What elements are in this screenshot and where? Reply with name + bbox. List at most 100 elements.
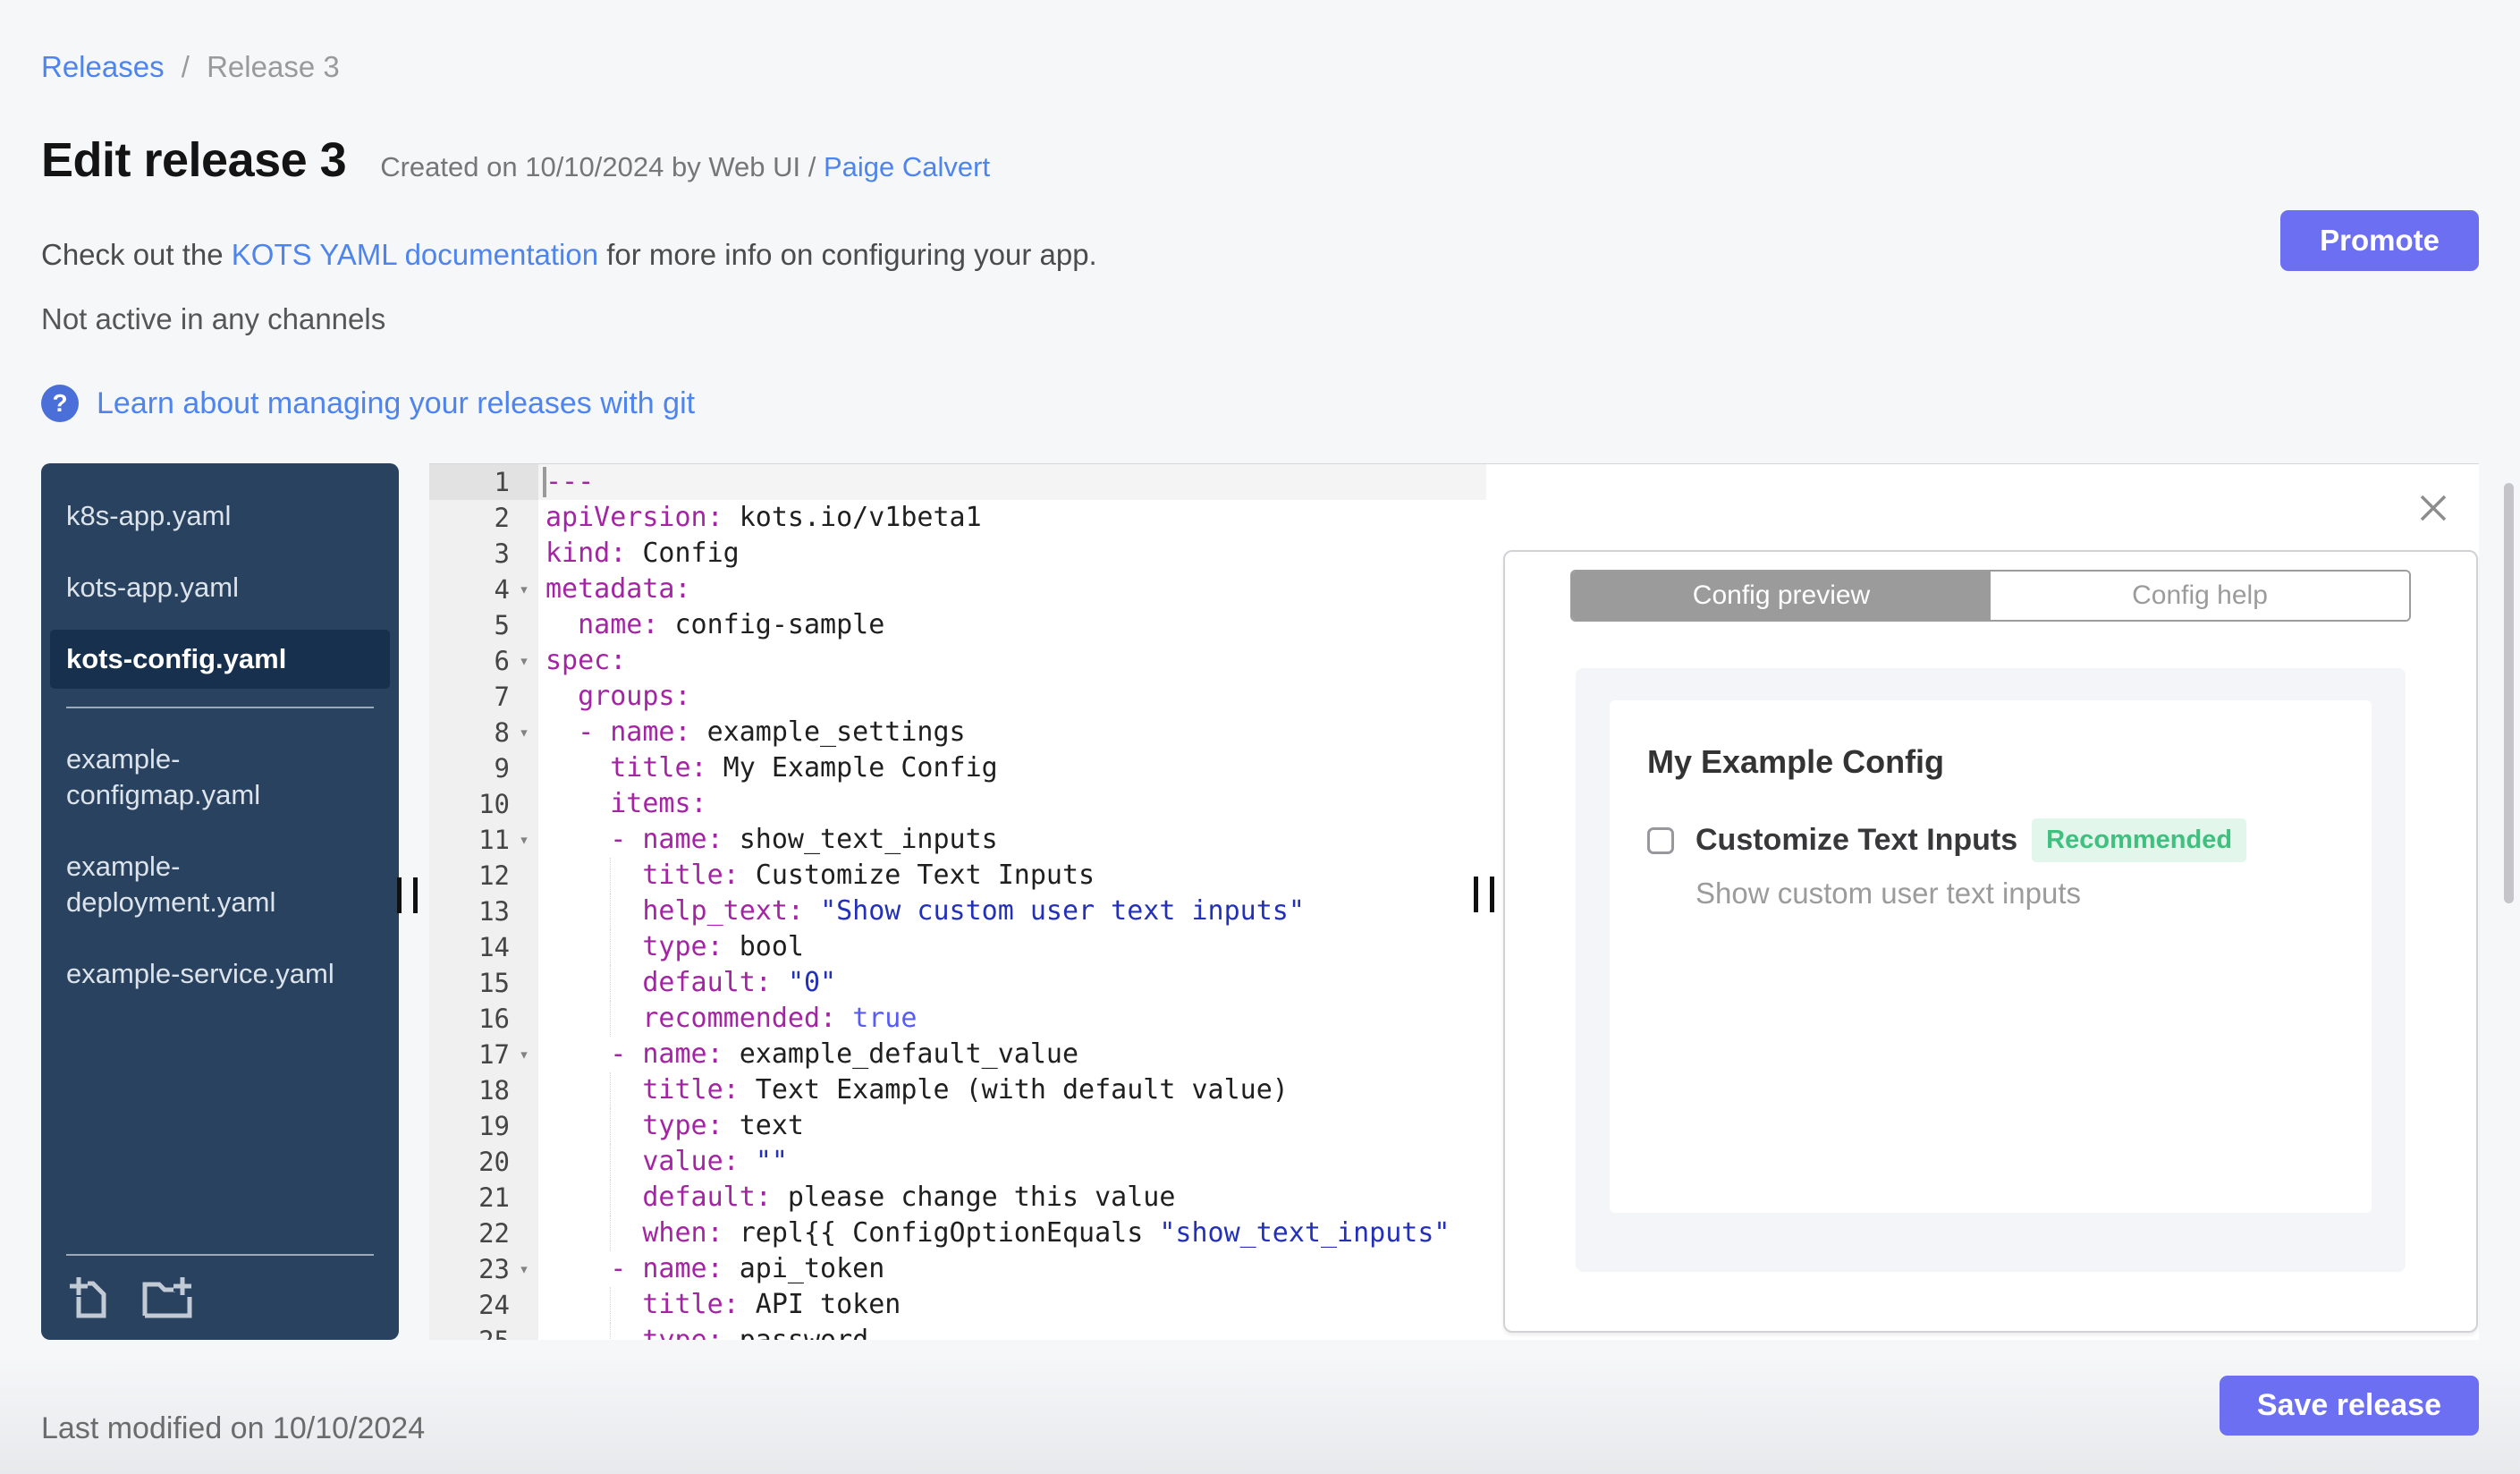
- code-line-14[interactable]: type: bool: [538, 929, 1486, 965]
- last-modified-text: Last modified on 10/10/2024: [41, 1411, 426, 1445]
- fold-toggle-icon[interactable]: ▾: [510, 651, 538, 671]
- author-link[interactable]: Paige Calvert: [824, 151, 990, 182]
- created-text: Created on 10/10/2024 by Web UI /: [380, 151, 816, 182]
- gutter-line-2: 2: [494, 503, 510, 533]
- question-mark-icon: ?: [41, 385, 79, 422]
- breadcrumb-releases-link[interactable]: Releases: [41, 50, 165, 83]
- file-item-example-deployment.yaml[interactable]: example-deployment.yaml: [50, 837, 390, 932]
- save-release-button[interactable]: Save release: [2219, 1376, 2479, 1436]
- config-preview-surface: My Example Config Customize Text Inputs …: [1576, 668, 2406, 1272]
- gutter-line-9: 9: [494, 753, 510, 784]
- gutter-line-1: 1: [429, 464, 538, 500]
- code-line-10[interactable]: items:: [538, 786, 1486, 822]
- code-line-5[interactable]: name: config-sample: [538, 607, 1486, 643]
- code-line-7[interactable]: groups:: [538, 679, 1486, 715]
- resize-handle-sidebar[interactable]: [397, 877, 418, 913]
- recommended-badge: Recommended: [2032, 818, 2247, 862]
- promote-button[interactable]: Promote: [2280, 210, 2479, 271]
- add-folder-icon[interactable]: [141, 1275, 193, 1320]
- config-item-row: Customize Text Inputs Recommended: [1647, 818, 2334, 862]
- gutter-line-13: 13: [478, 896, 510, 927]
- gutter-line-22: 22: [478, 1218, 510, 1249]
- code-line-3[interactable]: kind: Config: [538, 536, 1486, 572]
- add-file-icon[interactable]: [66, 1274, 109, 1320]
- gutter-line-14: 14: [478, 932, 510, 962]
- gutter-line-4: 4 ▾: [429, 572, 538, 607]
- code-line-17[interactable]: - name: example_default_value: [538, 1037, 1486, 1072]
- code-line-15[interactable]: default: "0": [538, 965, 1486, 1001]
- gutter-line-20: 20: [478, 1147, 510, 1177]
- code-line-22[interactable]: when: repl{{ ConfigOptionEquals "show_te…: [538, 1216, 1486, 1251]
- gutter-line-24: 24: [478, 1290, 510, 1320]
- file-item-kots-config.yaml[interactable]: kots-config.yaml: [50, 630, 390, 689]
- docs-prefix: Check out the: [41, 238, 232, 271]
- code-line-11[interactable]: - name: show_text_inputs: [538, 822, 1486, 858]
- gutter-line-6: 6 ▾: [429, 643, 538, 679]
- code-line-8[interactable]: - name: example_settings: [538, 715, 1486, 750]
- file-tree-divider: [66, 707, 374, 708]
- fold-toggle-icon[interactable]: ▾: [510, 1259, 538, 1279]
- gutter-line-11: 11 ▾: [429, 822, 538, 858]
- config-preview-pane: Config preview Config help My Example Con…: [1486, 464, 2479, 1340]
- breadcrumb: Releases / Release 3: [41, 50, 340, 84]
- config-group-card: My Example Config Customize Text Inputs …: [1610, 700, 2372, 1213]
- page-scrollbar-thumb[interactable]: [2504, 483, 2514, 903]
- editor-gutter: 1 2 3 4 ▾ 5 6 ▾ 7 8 ▾ 9 10 11 ▾ 12 13 14 15 16 17 ▾ 18 19 20 21 22…: [429, 464, 538, 1340]
- code-line-21[interactable]: default: please change this value: [538, 1180, 1486, 1216]
- gutter-line-12: 12: [478, 860, 510, 891]
- code-line-19[interactable]: type: text: [538, 1108, 1486, 1144]
- code-line-23[interactable]: - name: api_token: [538, 1251, 1486, 1287]
- gutter-line-10: 10: [478, 789, 510, 819]
- gutter-line-18: 18: [478, 1075, 510, 1106]
- gutter-line-16: 16: [478, 1004, 510, 1034]
- release-meta: Created on 10/10/2024 by Web UI / Paige …: [380, 151, 990, 183]
- code-line-1[interactable]: ---: [538, 464, 1486, 500]
- code-line-9[interactable]: title: My Example Config: [538, 750, 1486, 786]
- file-item-kots-app.yaml[interactable]: kots-app.yaml: [50, 558, 390, 617]
- page-title: Edit release 3: [41, 133, 347, 187]
- code-line-6[interactable]: spec:: [538, 643, 1486, 679]
- fold-toggle-icon[interactable]: ▾: [510, 723, 538, 742]
- gutter-line-17: 17 ▾: [429, 1037, 538, 1072]
- yaml-editor[interactable]: 1 2 3 4 ▾ 5 6 ▾ 7 8 ▾ 9 10 11 ▾ 12 13 14 15 16 17 ▾ 18 19 20 21 22…: [429, 464, 1486, 1340]
- editor-code[interactable]: --- apiVersion: kots.io/v1beta1 kind: Conf…: [538, 464, 1486, 1340]
- code-line-16[interactable]: recommended: true: [538, 1001, 1486, 1037]
- text-cursor: [543, 467, 546, 497]
- file-item-k8s-app.yaml[interactable]: k8s-app.yaml: [50, 487, 390, 546]
- code-line-13[interactable]: help_text: "Show custom user text inputs…: [538, 894, 1486, 929]
- gutter-line-7: 7: [494, 682, 510, 712]
- gutter-line-3: 3: [494, 538, 510, 569]
- customize-text-inputs-checkbox[interactable]: [1647, 826, 1674, 854]
- code-line-2[interactable]: apiVersion: kots.io/v1beta1: [538, 500, 1486, 536]
- docs-suffix: for more info on configuring your app.: [598, 238, 1097, 271]
- gutter-line-8: 8 ▾: [429, 715, 538, 750]
- docs-line: Check out the KOTS YAML documentation fo…: [41, 238, 1097, 272]
- editor-panels: 1 2 3 4 ▾ 5 6 ▾ 7 8 ▾ 9 10 11 ▾ 12 13 14 15 16 17 ▾ 18 19 20 21 22…: [429, 463, 2479, 1340]
- code-line-20[interactable]: value: "": [538, 1144, 1486, 1180]
- file-item-example-configmap.yaml[interactable]: example-configmap.yaml: [50, 730, 390, 825]
- close-icon[interactable]: [2416, 491, 2450, 529]
- code-line-24[interactable]: title: API token: [538, 1287, 1486, 1323]
- code-line-18[interactable]: title: Text Example (with default value): [538, 1072, 1486, 1108]
- gutter-line-23: 23 ▾: [429, 1251, 538, 1287]
- tab-config-help[interactable]: Config help: [1991, 572, 2409, 620]
- resize-handle-preview[interactable]: [1474, 877, 1494, 912]
- fold-toggle-icon[interactable]: ▾: [510, 1045, 538, 1064]
- fold-toggle-icon[interactable]: ▾: [510, 830, 538, 850]
- config-item-label[interactable]: Customize Text Inputs: [1696, 823, 2017, 858]
- code-line-12[interactable]: title: Customize Text Inputs: [538, 858, 1486, 894]
- config-tabs: Config preview Config help: [1570, 570, 2411, 622]
- config-group-title: My Example Config: [1647, 743, 1945, 780]
- fold-toggle-icon[interactable]: ▾: [510, 580, 538, 599]
- file-item-example-service.yaml[interactable]: example-service.yaml: [50, 945, 390, 1004]
- file-tree: k8s-app.yaml kots-app.yaml kots-config.yam…: [41, 463, 399, 1340]
- tab-config-preview[interactable]: Config preview: [1572, 572, 1991, 620]
- git-releases-link[interactable]: Learn about managing your releases with …: [97, 386, 695, 421]
- channel-status: Not active in any channels: [41, 302, 386, 335]
- code-line-4[interactable]: metadata:: [538, 572, 1486, 607]
- gutter-line-21: 21: [478, 1182, 510, 1213]
- gutter-line-19: 19: [478, 1111, 510, 1141]
- code-line-25[interactable]: type: password: [538, 1323, 1486, 1340]
- kots-yaml-docs-link[interactable]: KOTS YAML documentation: [232, 238, 598, 271]
- sidebar-divider: [66, 1254, 374, 1256]
